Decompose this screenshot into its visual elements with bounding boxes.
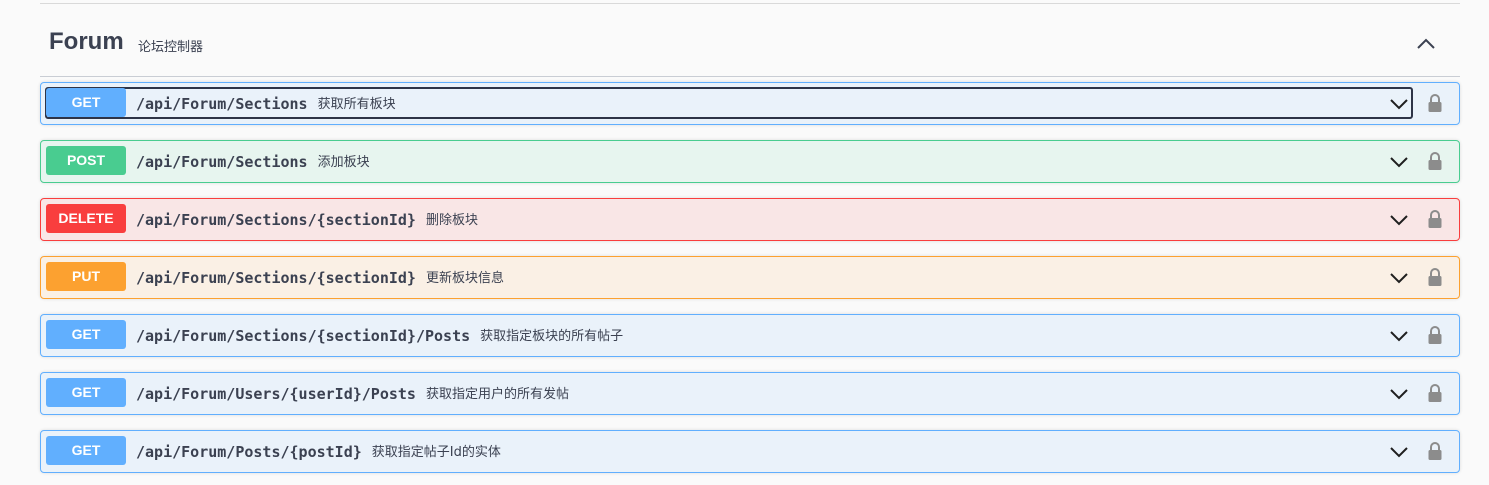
operation-path: /api/Forum/Sections/{sectionId}/Posts 获取指… bbox=[136, 326, 623, 345]
method-badge: POST bbox=[46, 146, 126, 175]
chevron-down-icon[interactable] bbox=[1389, 445, 1409, 459]
operation-path: /api/Forum/Sections 添加板块 bbox=[136, 152, 370, 171]
collapse-button[interactable] bbox=[1412, 30, 1440, 58]
method-badge: PUT bbox=[46, 262, 126, 291]
operation-description: 添加板块 bbox=[317, 155, 370, 170]
method-badge: DELETE bbox=[46, 204, 126, 233]
operation-summary[interactable]: PUT /api/Forum/Sections/{sectionId} 更新板块信… bbox=[45, 261, 1413, 292]
operation-summary[interactable]: DELETE /api/Forum/Sections/{sectionId} 删除… bbox=[45, 203, 1413, 234]
lock-icon[interactable] bbox=[1427, 383, 1443, 403]
lock-icon[interactable] bbox=[1427, 93, 1443, 113]
path-text: /api/Forum/Sections/{sectionId} bbox=[136, 211, 416, 229]
chevron-down-icon[interactable] bbox=[1389, 213, 1409, 227]
operation-get-sections[interactable]: GET /api/Forum/Sections 获取所有板块 bbox=[40, 82, 1460, 125]
path-text: /api/Forum/Sections bbox=[136, 95, 308, 113]
operation-path: /api/Forum/Sections/{sectionId} 更新板块信息 bbox=[136, 268, 504, 287]
operation-description: 获取所有板块 bbox=[317, 97, 396, 112]
lock-icon[interactable] bbox=[1427, 267, 1443, 287]
operation-delete-section[interactable]: DELETE /api/Forum/Sections/{sectionId} 删除… bbox=[40, 198, 1460, 241]
tag-title: Forum bbox=[49, 28, 124, 55]
operation-description: 获取指定帖子Id的实体 bbox=[371, 445, 501, 460]
lock-icon[interactable] bbox=[1427, 441, 1443, 461]
operation-put-section[interactable]: PUT /api/Forum/Sections/{sectionId} 更新板块信… bbox=[40, 256, 1460, 299]
operation-path: /api/Forum/Posts/{postId} 获取指定帖子Id的实体 bbox=[136, 442, 501, 461]
tag-header[interactable]: Forum 论坛控制器 bbox=[40, 4, 1460, 77]
lock-icon[interactable] bbox=[1427, 209, 1443, 229]
path-text: /api/Forum/Sections bbox=[136, 153, 308, 171]
chevron-down-icon[interactable] bbox=[1389, 329, 1409, 343]
operation-summary[interactable]: GET /api/Forum/Sections 获取所有板块 bbox=[45, 87, 1413, 119]
path-text: /api/Forum/Sections/{sectionId} bbox=[136, 269, 416, 287]
path-text: /api/Forum/Sections/{sectionId}/Posts bbox=[136, 327, 471, 345]
chevron-down-icon[interactable] bbox=[1389, 271, 1409, 285]
operation-summary[interactable]: POST /api/Forum/Sections 添加板块 bbox=[45, 145, 1413, 176]
operation-description: 更新板块信息 bbox=[425, 271, 504, 286]
operation-summary[interactable]: GET /api/Forum/Users/{userId}/Posts 获取指定用… bbox=[45, 377, 1413, 408]
operation-description: 获取指定用户的所有发帖 bbox=[425, 387, 569, 402]
operation-path: /api/Forum/Sections 获取所有板块 bbox=[136, 94, 396, 113]
operation-get-user-posts[interactable]: GET /api/Forum/Users/{userId}/Posts 获取指定用… bbox=[40, 372, 1460, 415]
method-badge: GET bbox=[46, 320, 126, 349]
path-text: /api/Forum/Users/{userId}/Posts bbox=[136, 385, 416, 403]
chevron-down-icon[interactable] bbox=[1389, 97, 1409, 111]
operation-post-sections[interactable]: POST /api/Forum/Sections 添加板块 bbox=[40, 140, 1460, 183]
operation-path: /api/Forum/Sections/{sectionId} 删除板块 bbox=[136, 210, 478, 229]
operation-path: /api/Forum/Users/{userId}/Posts 获取指定用户的所有… bbox=[136, 384, 569, 403]
operation-summary[interactable]: GET /api/Forum/Sections/{sectionId}/Post… bbox=[45, 319, 1413, 350]
path-text: /api/Forum/Posts/{postId} bbox=[136, 443, 362, 461]
chevron-up-icon bbox=[1417, 38, 1435, 49]
lock-icon[interactable] bbox=[1427, 151, 1443, 171]
operation-summary[interactable]: GET /api/Forum/Posts/{postId} 获取指定帖子Id的实体 bbox=[45, 435, 1413, 466]
method-badge: GET bbox=[46, 436, 126, 465]
operation-description: 获取指定板块的所有帖子 bbox=[480, 329, 624, 344]
operation-get-post[interactable]: GET /api/Forum/Posts/{postId} 获取指定帖子Id的实体 bbox=[40, 430, 1460, 473]
tag-description: 论坛控制器 bbox=[138, 40, 204, 55]
method-badge: GET bbox=[46, 378, 126, 407]
chevron-down-icon[interactable] bbox=[1389, 155, 1409, 169]
chevron-down-icon[interactable] bbox=[1389, 387, 1409, 401]
lock-icon[interactable] bbox=[1427, 325, 1443, 345]
operation-get-section-posts[interactable]: GET /api/Forum/Sections/{sectionId}/Post… bbox=[40, 314, 1460, 357]
method-badge: GET bbox=[46, 88, 126, 117]
operation-description: 删除板块 bbox=[425, 213, 478, 228]
